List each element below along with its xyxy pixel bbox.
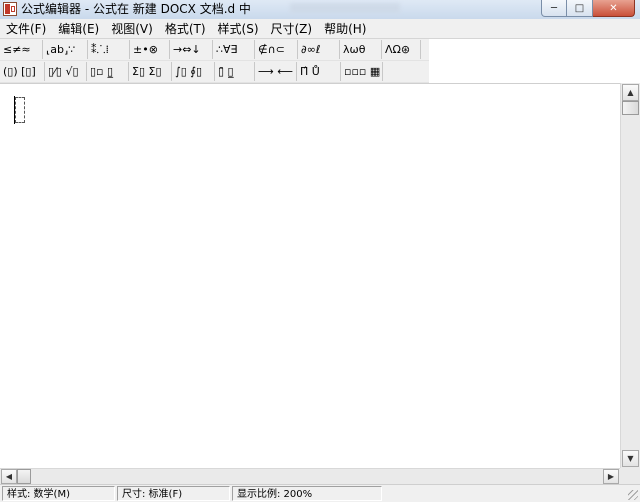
blurred-title-region	[290, 3, 400, 13]
menu-bar: 文件(F) 编辑(E) 视图(V) 格式(T) 样式(S) 尺寸(Z) 帮助(H…	[0, 19, 640, 39]
title-bar: 公式编辑器 - 公式在 新建 DOCX 文档.d 中 ─ □ ✕	[0, 0, 640, 20]
horizontal-scrollbar[interactable]: ◀ ▶	[0, 468, 620, 484]
misc-symbols-button[interactable]: ∂∞ℓ	[298, 40, 340, 59]
menu-format[interactable]: 格式(T)	[159, 20, 212, 38]
menu-view[interactable]: 视图(V)	[105, 20, 159, 38]
scroll-up-icon[interactable]: ▲	[622, 84, 639, 101]
formula-editor-icon[interactable]	[3, 2, 17, 16]
status-size: 尺寸: 标准(F)	[117, 486, 230, 501]
resize-grip-icon[interactable]	[628, 490, 638, 500]
integral-templates-button[interactable]: ∫▯ ∮▯	[172, 62, 215, 81]
horizontal-scroll-thumb[interactable]	[17, 469, 31, 484]
underbar-overbar-templates-button[interactable]: ▯̄ ▯̲	[215, 62, 255, 81]
vertical-scrollbar[interactable]: ▲ ▼	[620, 83, 640, 468]
greek-uppercase-button[interactable]: ΛΩ⊛	[382, 40, 421, 59]
window-title: 公式编辑器 - 公式在 新建 DOCX 文档.d 中	[21, 2, 251, 16]
scroll-right-icon[interactable]: ▶	[603, 469, 619, 484]
toolbar-empty-area	[429, 39, 640, 83]
maximize-button[interactable]: □	[567, 0, 593, 17]
menu-help[interactable]: 帮助(H)	[318, 20, 372, 38]
status-zoom: 显示比例: 200%	[232, 486, 382, 501]
close-button[interactable]: ✕	[593, 0, 635, 17]
scroll-left-icon[interactable]: ◀	[1, 469, 17, 484]
scrollbar-corner	[620, 468, 640, 484]
insertion-cursor	[14, 96, 15, 124]
empty-equation-slot[interactable]	[15, 97, 25, 123]
fraction-radical-templates-button[interactable]: ▯⁄▯ √▯	[45, 62, 87, 81]
matrix-templates-button[interactable]: ▫▫▫ ▦	[341, 62, 383, 81]
set-theory-symbols-button[interactable]: ∉∩⊂	[255, 40, 298, 59]
fence-templates-button[interactable]: (▯) [▯]	[0, 62, 45, 81]
spaces-ellipses-button[interactable]: ⸤ab⸥∵	[43, 40, 88, 59]
labeled-arrow-templates-button[interactable]: ⟶ ⟵	[255, 62, 297, 81]
operator-symbols-button[interactable]: ±•⊗	[130, 40, 170, 59]
vertical-scroll-thumb[interactable]	[622, 101, 639, 115]
window-controls: ─ □ ✕	[541, 0, 635, 17]
menu-size[interactable]: 尺寸(Z)	[265, 20, 319, 38]
summation-templates-button[interactable]: Σ▯ Σ▯	[129, 62, 172, 81]
equation-editing-area[interactable]	[0, 83, 620, 469]
logical-symbols-button[interactable]: ∴∀∃	[213, 40, 255, 59]
greek-lowercase-button[interactable]: λωθ	[340, 40, 382, 59]
minimize-button[interactable]: ─	[541, 0, 567, 17]
symbol-palette-row: ≤≠≈ ⸤ab⸥∵ ⁑⸫⁞ ±•⊗ →⇔↓ ∴∀∃ ∉∩⊂ ∂∞ℓ λωθ ΛΩ…	[0, 39, 429, 61]
menu-edit[interactable]: 编辑(E)	[52, 20, 105, 38]
equation-toolbar: ≤≠≈ ⸤ab⸥∵ ⁑⸫⁞ ±•⊗ →⇔↓ ∴∀∃ ∉∩⊂ ∂∞ℓ λωθ ΛΩ…	[0, 39, 429, 83]
scroll-down-icon[interactable]: ▼	[622, 450, 639, 467]
products-set-theory-templates-button[interactable]: Π̂ Ů	[297, 62, 341, 81]
menu-file[interactable]: 文件(F)	[0, 20, 52, 38]
menu-style[interactable]: 样式(S)	[212, 20, 265, 38]
subscript-superscript-templates-button[interactable]: ▯▫ ▯̲	[87, 62, 129, 81]
relational-symbols-button[interactable]: ≤≠≈	[0, 40, 43, 59]
embellishments-button[interactable]: ⁑⸫⁞	[88, 40, 130, 59]
status-style: 样式: 数学(M)	[2, 486, 115, 501]
arrow-symbols-button[interactable]: →⇔↓	[170, 40, 213, 59]
status-bar: 样式: 数学(M) 尺寸: 标准(F) 显示比例: 200%	[0, 484, 640, 502]
template-palette-row: (▯) [▯] ▯⁄▯ √▯ ▯▫ ▯̲ Σ▯ Σ▯ ∫▯ ∮▯ ▯̄ ▯̲ ⟶…	[0, 61, 429, 83]
